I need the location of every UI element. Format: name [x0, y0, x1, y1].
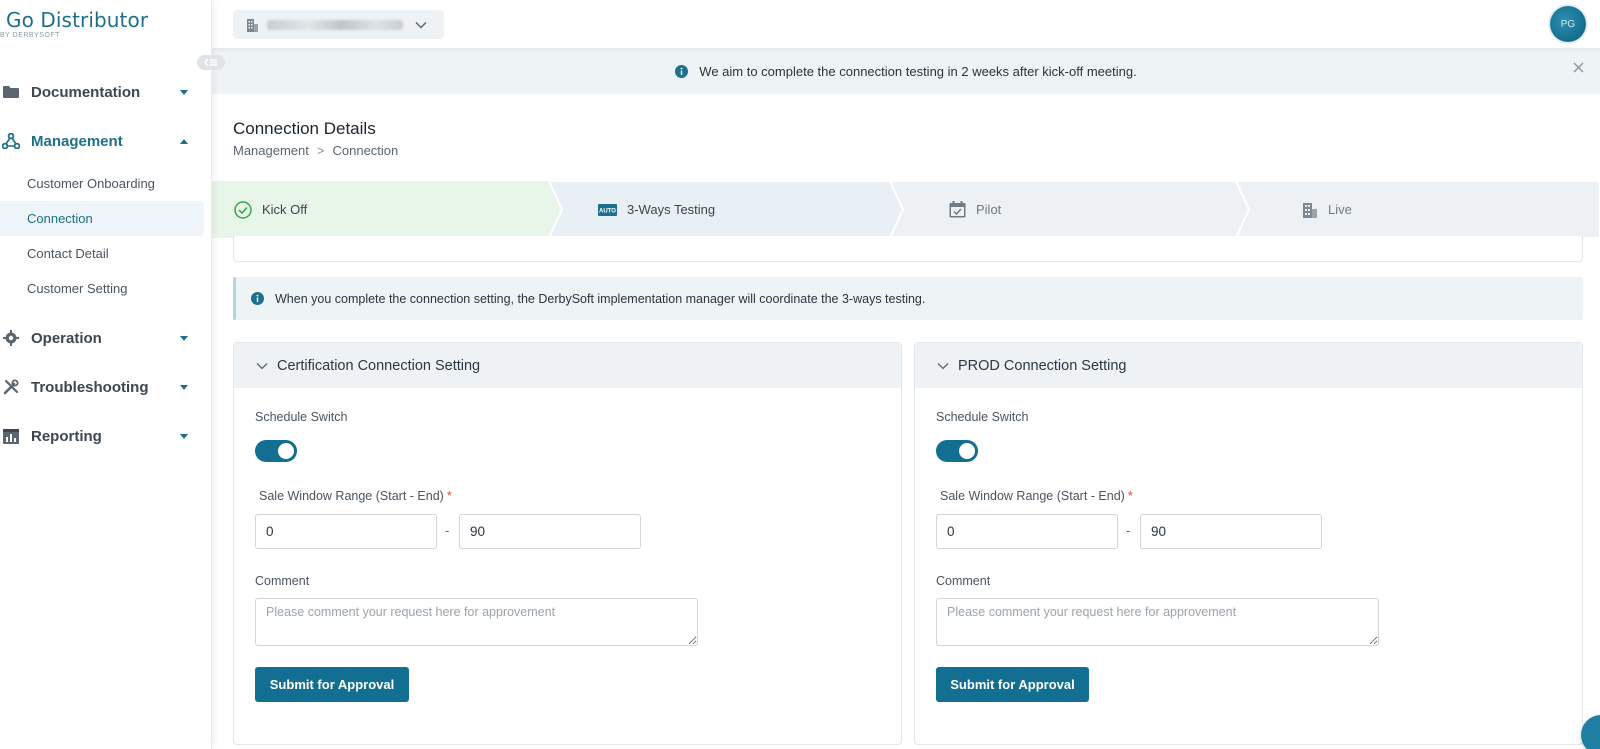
sale-window-start-input[interactable] — [936, 514, 1118, 549]
comment-textarea[interactable] — [936, 598, 1379, 646]
sale-window-end-input[interactable] — [459, 514, 641, 549]
report-icon — [2, 427, 20, 445]
caret-down-icon — [180, 434, 188, 439]
sidebar-collapse-button[interactable] — [197, 55, 225, 70]
info-icon — [251, 292, 264, 305]
schedule-switch-label: Schedule Switch — [255, 410, 348, 424]
logo[interactable]: Go Distributor BY DERBYSOFT — [0, 6, 212, 46]
banner-text: We aim to complete the connection testin… — [699, 63, 1137, 79]
svg-text:AUTO: AUTO — [599, 208, 616, 214]
comment-textarea[interactable] — [255, 598, 698, 646]
chevron-down-icon — [937, 362, 949, 370]
sale-window-label-text: Sale Window Range (Start - End) — [259, 489, 444, 503]
comment-label: Comment — [255, 574, 310, 588]
sidebar-group-label: Management — [31, 132, 123, 150]
required-mark: * — [446, 489, 452, 503]
prod-connection-panel: PROD Connection Setting Schedule Switch … — [914, 342, 1583, 745]
sidebar-group-label: Documentation — [31, 83, 141, 101]
close-icon[interactable] — [1573, 62, 1584, 73]
step-label: Pilot — [976, 202, 1002, 217]
schedule-switch-label: Schedule Switch — [936, 410, 1029, 424]
toggle-knob — [278, 443, 294, 459]
sidebar: Go Distributor BY DERBYSOFT Documentatio… — [0, 0, 212, 749]
building-icon — [246, 18, 259, 32]
step-live[interactable]: Live — [1302, 181, 1352, 238]
sidebar-group-reporting[interactable]: Reporting — [0, 420, 212, 452]
steps-background — [212, 181, 1600, 238]
sidebar-group-operation[interactable]: Operation — [0, 322, 212, 354]
hotel-select[interactable] — [233, 10, 444, 39]
breadcrumb-item-connection: Connection — [332, 143, 399, 158]
caret-down-icon — [180, 336, 188, 341]
range-separator: - — [445, 523, 450, 538]
submit-for-approval-button[interactable]: Submit for Approval — [936, 667, 1089, 702]
building-icon — [1302, 202, 1318, 218]
breadcrumb-separator: > — [316, 143, 325, 158]
share-nodes-icon — [2, 132, 20, 150]
hotel-name-redacted — [267, 19, 403, 30]
auto-icon: AUTO — [598, 203, 617, 216]
notice-text: When you complete the connection setting… — [275, 291, 926, 306]
schedule-switch-toggle[interactable] — [255, 440, 297, 462]
sidebar-item-customer-onboarding[interactable]: Customer Onboarding — [0, 166, 204, 201]
comment-label: Comment — [936, 574, 991, 588]
chevron-down-icon — [415, 21, 427, 29]
toggle-knob — [959, 443, 975, 459]
folder-icon — [2, 83, 20, 101]
sale-window-label: Sale Window Range (Start - End) * — [259, 489, 452, 503]
sale-window-label: Sale Window Range (Start - End) * — [940, 489, 1133, 503]
step-label: 3-Ways Testing — [627, 202, 716, 217]
sale-window-end-input[interactable] — [1140, 514, 1322, 549]
progress-steps: Kick Off AUTO 3-Ways Testing Pilot Live — [212, 181, 1600, 238]
sidebar-menu: Documentation Management Customer Onboar… — [0, 76, 212, 452]
calendar-check-icon — [949, 201, 966, 218]
app-title: Go Distributor — [6, 8, 149, 32]
panel-header[interactable]: Certification Connection Setting — [234, 343, 901, 388]
page-title: Connection Details — [233, 119, 376, 138]
range-separator: - — [1126, 523, 1131, 538]
sidebar-item-customer-setting[interactable]: Customer Setting — [0, 271, 204, 306]
tools-icon — [2, 378, 20, 396]
sale-window-start-input[interactable] — [255, 514, 437, 549]
sidebar-item-contact-detail[interactable]: Contact Detail — [0, 236, 204, 271]
caret-up-icon — [180, 139, 188, 144]
sidebar-group-management[interactable]: Management — [0, 125, 212, 157]
panel-header[interactable]: PROD Connection Setting — [915, 343, 1582, 388]
avatar[interactable]: PG — [1550, 6, 1586, 42]
previous-card-edge — [233, 236, 1583, 262]
certification-connection-panel: Certification Connection Setting Schedul… — [233, 342, 902, 745]
step-label: Kick Off — [262, 202, 308, 217]
app-subtitle: BY DERBYSOFT — [0, 32, 60, 39]
panel-title: PROD Connection Setting — [958, 357, 1127, 374]
check-circle-icon — [234, 200, 252, 219]
step-kick-off[interactable]: Kick Off — [234, 181, 307, 238]
step-label: Live — [1328, 202, 1352, 217]
sidebar-group-documentation[interactable]: Documentation — [0, 76, 212, 108]
breadcrumb-item-management[interactable]: Management — [233, 143, 309, 158]
collapse-icon — [204, 58, 217, 67]
sidebar-group-label: Reporting — [31, 427, 102, 445]
sidebar-group-troubleshooting[interactable]: Troubleshooting — [0, 371, 212, 403]
gear-icon — [2, 329, 20, 347]
sidebar-group-label: Operation — [31, 329, 102, 347]
caret-down-icon — [180, 90, 188, 95]
breadcrumb: Management > Connection — [233, 143, 398, 158]
sale-window-label-text: Sale Window Range (Start - End) — [940, 489, 1125, 503]
step-3-ways-testing[interactable]: AUTO 3-Ways Testing — [598, 181, 715, 238]
panel-title: Certification Connection Setting — [277, 357, 481, 374]
step-pilot[interactable]: Pilot — [949, 181, 1001, 238]
info-banner: We aim to complete the connection testin… — [212, 48, 1600, 94]
caret-down-icon — [180, 385, 188, 390]
required-mark: * — [1127, 489, 1133, 503]
info-icon — [675, 64, 689, 78]
info-notice: When you complete the connection setting… — [233, 277, 1583, 320]
submit-for-approval-button[interactable]: Submit for Approval — [255, 667, 409, 702]
topbar: PG — [212, 0, 1600, 48]
sidebar-item-connection[interactable]: Connection — [0, 201, 204, 236]
chat-widget-button[interactable] — [1581, 715, 1600, 749]
sidebar-group-label: Troubleshooting — [31, 378, 149, 396]
schedule-switch-toggle[interactable] — [936, 440, 978, 462]
chevron-down-icon — [256, 362, 268, 370]
